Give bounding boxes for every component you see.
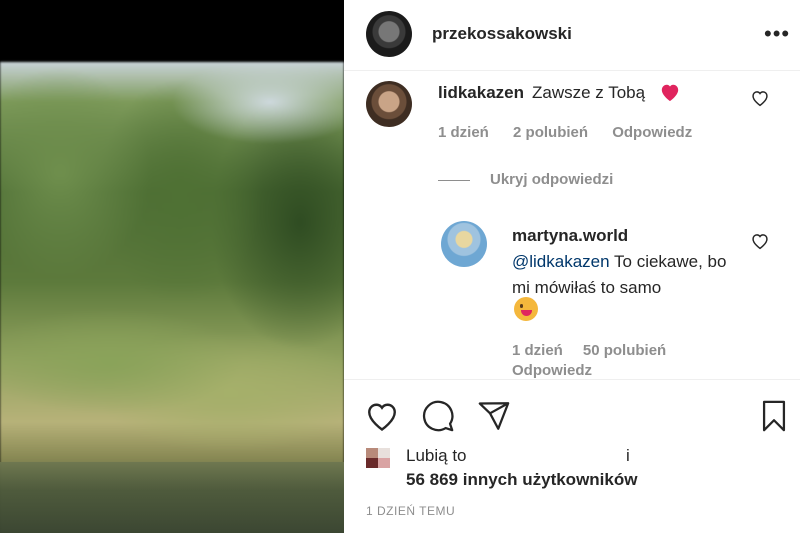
reply-age: 1 dzień	[512, 342, 563, 359]
comment-age: 1 dzień	[438, 124, 489, 141]
comment-reply-button[interactable]: Odpowiedz	[612, 124, 692, 141]
comment-text: Zawsze z Tobą	[532, 83, 646, 102]
share-icon[interactable]	[476, 399, 512, 433]
liked-by-text: Lubią to i	[406, 446, 630, 466]
comment-like-heart-icon[interactable]	[750, 89, 770, 107]
comments-list: lidkakazen Zawsze z Tobą 1 dzień 2 polub…	[344, 71, 800, 379]
comment-meta: 1 dzień 2 polubień Odpowiedz	[438, 124, 712, 141]
comment-username[interactable]: lidkakazen	[438, 83, 524, 103]
liked-count[interactable]: 56 869 innych użytkowników	[406, 470, 637, 490]
lake-water	[0, 462, 344, 533]
instagram-post: przekossakowski ••• lidkakazen Zawsze z …	[0, 0, 800, 533]
heart-icon[interactable]	[364, 399, 400, 433]
more-icon[interactable]: •••	[764, 21, 790, 47]
reply-likes[interactable]: 50 polubień	[583, 342, 666, 359]
post-actions: Lubią to i 56 869 innych użytkowników 1 …	[344, 379, 800, 534]
liked-by-extra: i	[625, 446, 630, 465]
reply-meta: 1 dzień 50 polubień Odpowiedz	[512, 341, 712, 379]
author-avatar[interactable]	[366, 11, 412, 57]
comment-likes[interactable]: 2 polubień	[513, 124, 588, 141]
tongue-face-emoji-icon	[514, 297, 538, 321]
author-username[interactable]: przekossakowski	[432, 24, 572, 44]
photo-top-bar	[0, 0, 344, 62]
reply-reply-button[interactable]: Odpowiedz	[512, 362, 592, 379]
liked-by-prefix: Lubią to	[406, 446, 467, 465]
post-side-panel: przekossakowski ••• lidkakazen Zawsze z …	[344, 0, 800, 533]
reply-avatar[interactable]	[441, 221, 487, 267]
post-header: przekossakowski •••	[344, 0, 800, 71]
reply-like-heart-icon[interactable]	[750, 232, 770, 250]
comment-icon[interactable]	[420, 399, 456, 433]
reply-text-block: @lidkakazen To ciekawe, bo mi mówiłaś to…	[512, 249, 742, 301]
post-date[interactable]: 1 DZIEŃ TEMU	[366, 504, 455, 518]
bookmark-icon[interactable]	[756, 399, 792, 433]
reply-username[interactable]: martyna.world	[512, 226, 628, 246]
red-heart-emoji-icon	[659, 82, 681, 107]
reply-mention-link[interactable]: @lidkakazen	[512, 252, 610, 271]
hide-replies-button[interactable]: Ukryj odpowiedzi	[490, 171, 613, 188]
liked-by-avatar[interactable]	[366, 448, 394, 472]
post-photo[interactable]	[0, 0, 344, 533]
replies-divider	[438, 180, 470, 181]
commenter-avatar[interactable]	[366, 81, 412, 127]
